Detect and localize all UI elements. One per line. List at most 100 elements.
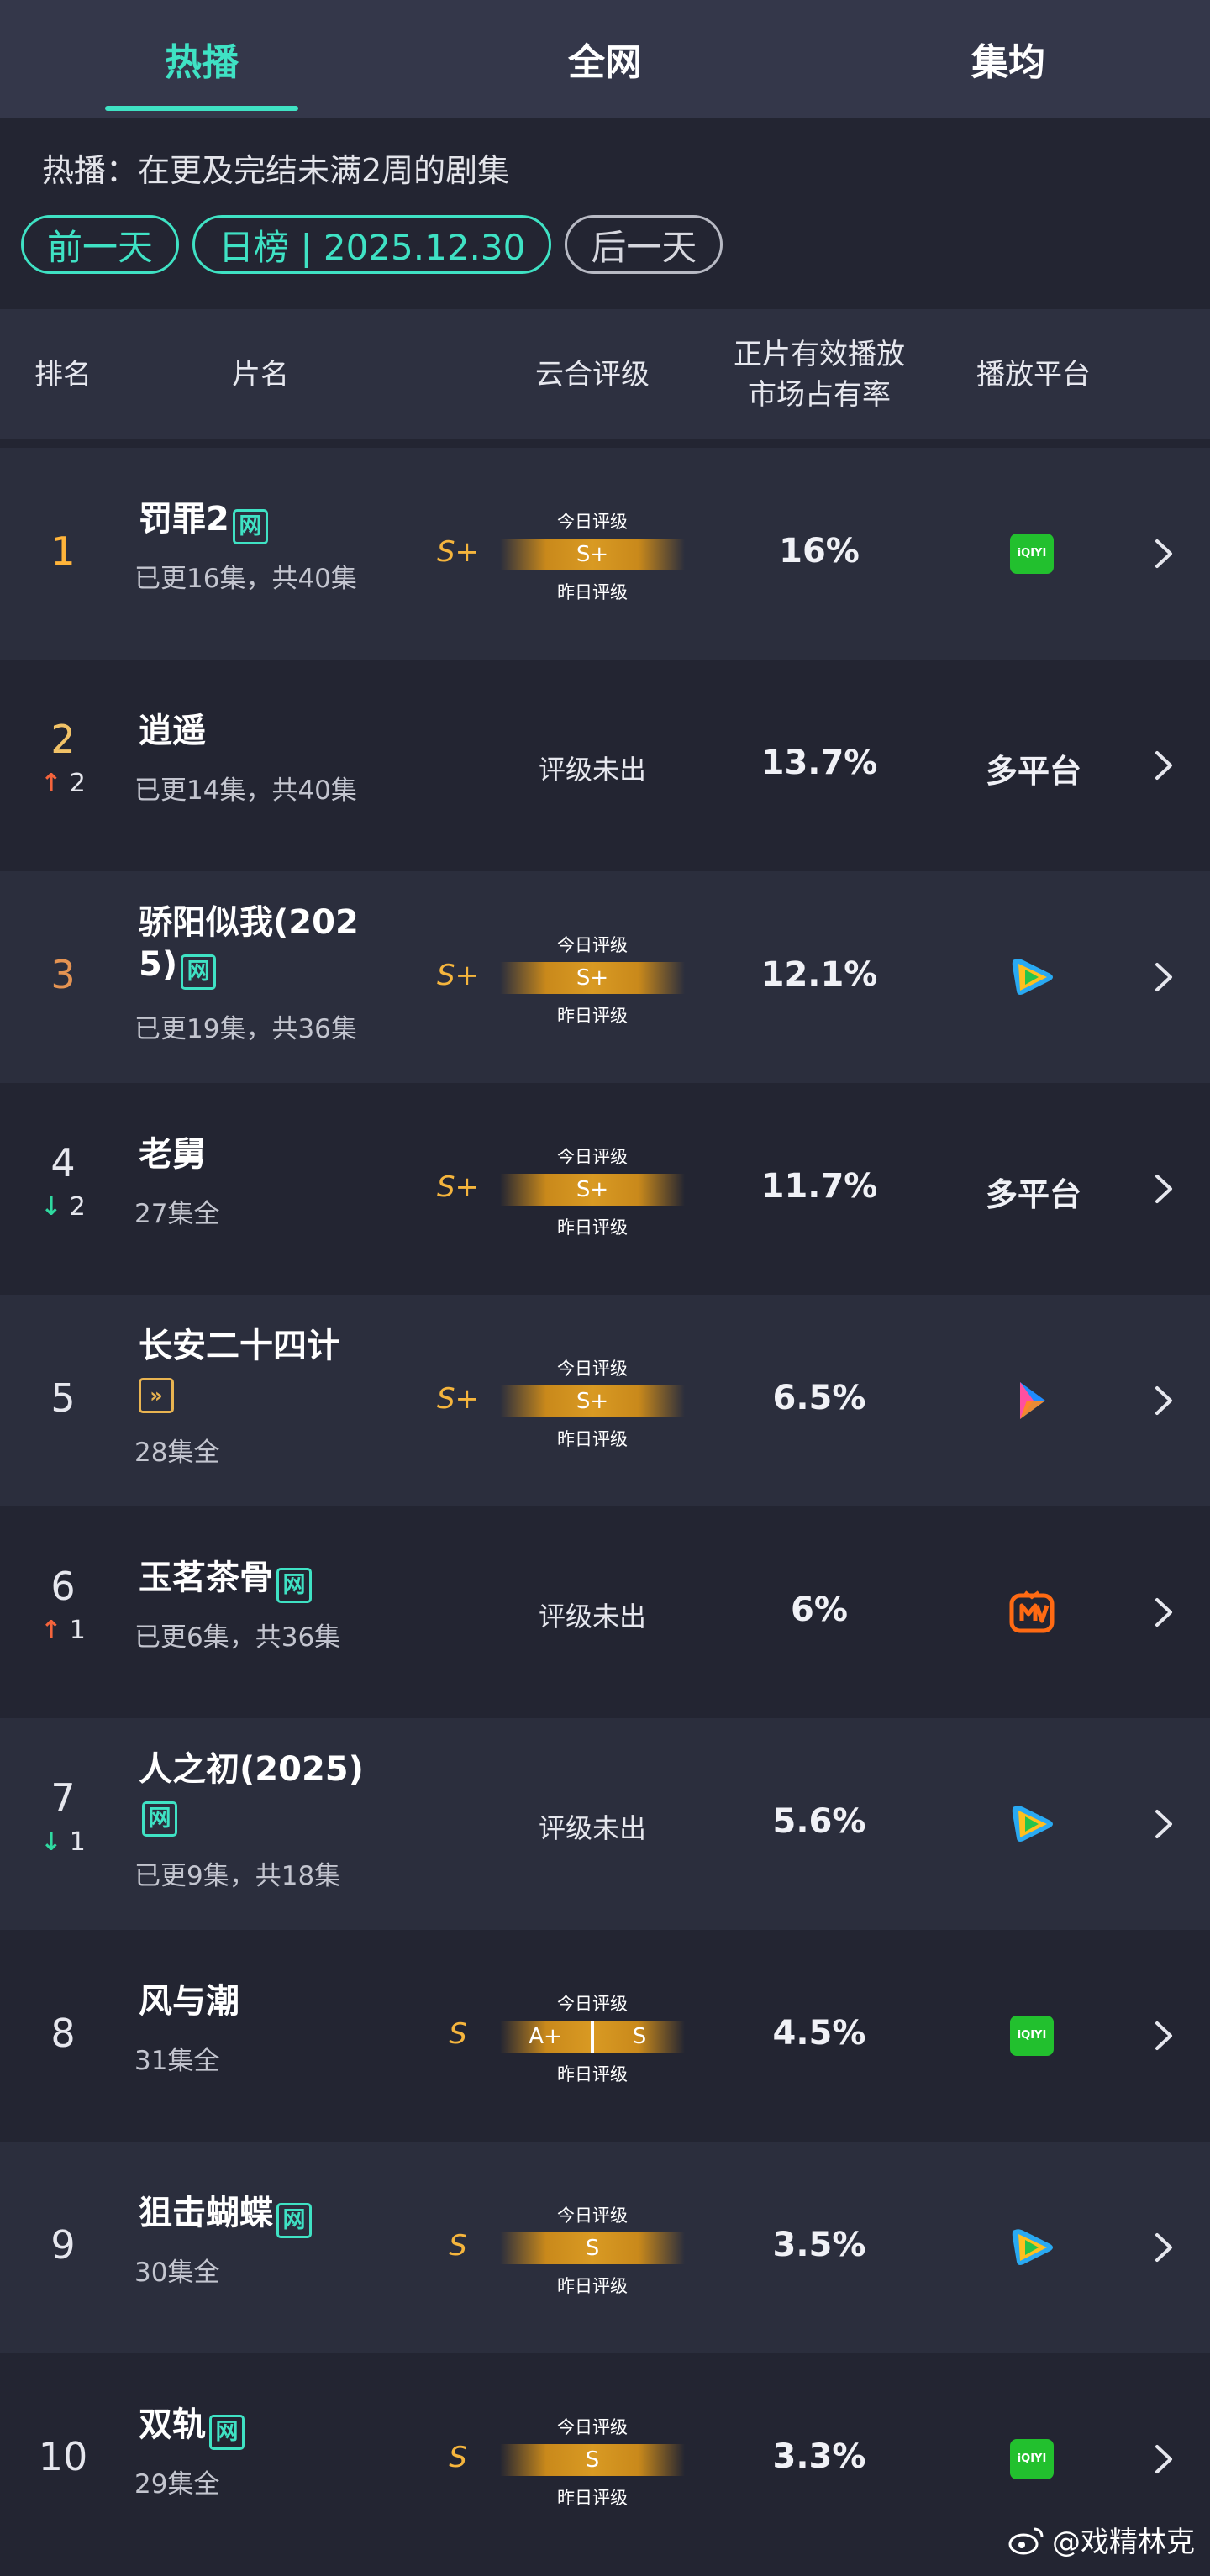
rank-number: 3 (50, 952, 76, 997)
web-series-badge: 网 (276, 2203, 312, 2238)
series-title-text: 人之初(2025) (139, 1750, 364, 1789)
table-row[interactable]: 6 ↑ 1 玉茗茶骨网已更6集，共36集 评级未出 6% (0, 1506, 1210, 1718)
today-grade-label: 今日评级 (557, 1994, 628, 2014)
chevron-right-icon[interactable] (1147, 533, 1181, 575)
grade-bar: S+ (500, 1174, 685, 1206)
previous-day-button[interactable]: 前一天 (21, 215, 180, 274)
header-market-share-line2: 市场占有率 (748, 377, 891, 412)
table-row[interactable]: 9 狙击蝴蝶网 30集全 S 今日评级 S 昨日评级 3.5% (0, 2142, 1210, 2353)
grade-letter: S+ (436, 1382, 480, 1416)
top-tab-bar: 热播 全网 集均 (0, 0, 1210, 118)
footer-author: @戏精林克 (1052, 2526, 1195, 2559)
chevron-right-icon[interactable] (1147, 744, 1181, 786)
rank-change: ↓ 1 (0, 1827, 126, 1857)
series-title-text: 逍遥 (139, 712, 206, 750)
grade-bar: S+ (500, 1385, 685, 1417)
episode-info: 已更14集，共40集 (134, 775, 357, 806)
tab-episode-average[interactable]: 集均 (807, 0, 1210, 118)
grade-bar: A+ S (500, 2021, 685, 2053)
iqiyi-icon: iQIYI (1008, 530, 1055, 577)
chevron-right-icon[interactable] (1147, 1591, 1181, 1633)
chevron-right-icon[interactable] (1147, 1168, 1181, 1210)
grade-not-available: 评级未出 (538, 754, 646, 786)
web-series-badge: 网 (209, 2415, 245, 2450)
platform-multi: 多平台 (985, 1176, 1081, 1213)
weibo-watermark: @戏精林克 (1008, 2519, 1195, 2560)
chevron-right-icon[interactable] (1147, 2015, 1181, 2057)
chevron-right-icon[interactable] (1147, 1803, 1181, 1845)
series-title[interactable]: 人之初(2025) 网 (139, 1748, 391, 1837)
tab-hot[interactable]: 热播 (0, 0, 403, 118)
market-share-value: 3.5% (772, 2226, 866, 2264)
date-selector[interactable]: 日榜 | 2025.12.30 (192, 215, 552, 274)
grade-letter: S+ (436, 959, 480, 992)
next-day-button[interactable]: 后一天 (565, 215, 723, 274)
episode-info: 已更19集，共36集 (134, 1014, 357, 1044)
rank-change-value: 1 (69, 1827, 86, 1857)
episode-info: 已更16集，共40集 (134, 564, 357, 594)
series-title[interactable]: 罚罪2 网 (139, 498, 391, 544)
table-row[interactable]: 3 骄阳似我(202 5) 网已更19集，共36集 S+ 今日评级 S+ 昨日评级 12.1% (0, 871, 1210, 1083)
rank-change: ↑ 1 (0, 1616, 126, 1645)
rank-change: ↓ 2 (0, 1192, 126, 1222)
chevron-right-icon[interactable] (1147, 1380, 1181, 1422)
episode-info: 已更6集，共36集 (134, 1622, 341, 1653)
tencent-video-icon (1008, 2224, 1055, 2271)
grade-bar: S+ (500, 962, 685, 994)
series-title[interactable]: 老舅 (139, 1133, 391, 1175)
series-title[interactable]: 长安二十四计 » (139, 1325, 391, 1413)
series-title-text: 狙击蝴蝶 (139, 2194, 273, 2232)
rank-number: 7 (50, 1775, 76, 1821)
tencent-video-icon (1008, 1801, 1055, 1848)
list-description: 热播：在更及完结未满2周的剧集 (42, 152, 510, 189)
chevron-right-icon[interactable] (1147, 2438, 1181, 2480)
table-row[interactable]: 2 ↑ 2 逍遥 已更14集，共40集 评级未出 13.7% 多平台 (0, 660, 1210, 871)
market-share-value: 6.5% (772, 1379, 866, 1417)
series-title-text: 罚罪2 (139, 500, 229, 539)
market-share-value: 3.3% (772, 2437, 866, 2476)
tab-all-network[interactable]: 全网 (403, 0, 807, 118)
episode-info: 31集全 (134, 2046, 220, 2076)
mango-tv-icon (1008, 1589, 1055, 1636)
table-row[interactable]: 7 ↓ 1 人之初(2025) 网已更9集，共18集 评级未出 5.6% (0, 1718, 1210, 1930)
series-title-text: 长安二十四计 (139, 1327, 340, 1365)
market-share-value: 4.5% (772, 2014, 866, 2053)
today-grade-label: 今日评级 (557, 1359, 628, 1379)
grade-letter: S (449, 2441, 467, 2474)
rank-change-value: 2 (69, 769, 86, 798)
series-title[interactable]: 狙击蝴蝶网 (139, 2192, 391, 2238)
arrow-down-icon: ↓ (40, 1827, 62, 1857)
grade-letter: S+ (436, 535, 480, 569)
table-row[interactable]: 8 风与潮 31集全 S 今日评级 A+ S 昨日评级 4.5% iQIYI (0, 1930, 1210, 2142)
arrow-down-icon: ↓ (40, 1192, 62, 1222)
header-title: 片名 (232, 357, 289, 392)
grade-not-available: 评级未出 (538, 1601, 646, 1632)
grade-letter: S+ (436, 1170, 480, 1204)
series-title-text-line2: 5) (139, 945, 178, 984)
web-series-badge: 网 (142, 1801, 177, 1837)
video-platform-badge-icon: » (139, 1378, 174, 1413)
episode-info: 28集全 (134, 1438, 220, 1468)
tencent-video-icon (1008, 954, 1055, 1001)
series-title[interactable]: 风与潮 (139, 1980, 391, 2022)
rank-number: 4 (50, 1140, 76, 1185)
market-share-value: 5.6% (772, 1802, 866, 1841)
yesterday-grade-label: 昨日评级 (557, 2488, 628, 2508)
grade-letter: S (449, 2017, 467, 2051)
web-series-badge: 网 (232, 509, 268, 544)
series-title[interactable]: 双轨网 (139, 2404, 391, 2450)
rank-number: 10 (38, 2434, 88, 2479)
rank-number: 9 (50, 2222, 76, 2268)
chevron-right-icon[interactable] (1147, 2226, 1181, 2268)
table-row[interactable]: 5 长安二十四计 » 28集全 S+ 今日评级 S+ 昨日评级 6.5% (0, 1295, 1210, 1506)
series-title[interactable]: 逍遥 (139, 710, 391, 752)
series-title[interactable]: 骄阳似我(202 5) 网 (139, 902, 391, 990)
series-title[interactable]: 玉茗茶骨网 (139, 1557, 391, 1603)
chevron-right-icon[interactable] (1147, 956, 1181, 998)
table-row[interactable]: 4 ↓ 2 老舅 27集全 S+ 今日评级 S+ 昨日评级 11.7% 多平台 (0, 1083, 1210, 1295)
table-row[interactable]: 1 罚罪2 网已更16集，共40集 S+ 今日评级 S+ 昨日评级 16% iQIYI (0, 448, 1210, 660)
web-series-badge: 网 (276, 1568, 312, 1603)
yesterday-grade-label: 昨日评级 (557, 582, 628, 602)
yesterday-grade-label: 昨日评级 (557, 2276, 628, 2296)
rank-change-value: 2 (69, 1192, 86, 1222)
